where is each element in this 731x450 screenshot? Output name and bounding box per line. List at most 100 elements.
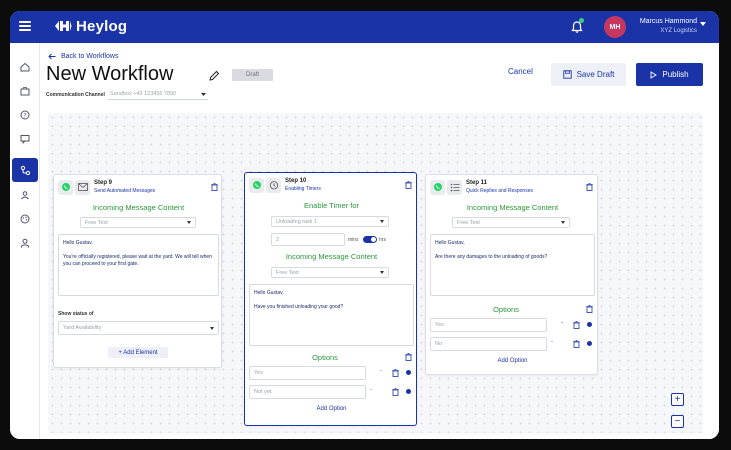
app-name: Heylog	[76, 17, 128, 35]
unit-hrs: hrs	[379, 237, 386, 243]
home-icon	[20, 62, 30, 72]
option-connector-dot[interactable]	[406, 370, 411, 375]
trash-icon[interactable]	[211, 183, 218, 191]
content-type-select[interactable]: Free Text	[271, 267, 389, 278]
option-connector-dot[interactable]	[587, 341, 592, 346]
workflow-canvas[interactable]: Step 9 Send Automated Messages Incoming …	[48, 113, 703, 433]
save-draft-label: Save Draft	[576, 70, 615, 79]
trash-icon[interactable]	[392, 388, 399, 396]
timer-value-input[interactable]: 2	[271, 233, 345, 246]
user-name: Marcus Hammond	[639, 18, 697, 25]
option-input[interactable]: No	[430, 337, 547, 351]
option-input[interactable]: Not yet	[249, 385, 366, 399]
option-dash: -	[551, 339, 553, 345]
step-title: Step 11	[466, 180, 488, 186]
sidebar-item-help[interactable]: ?	[14, 105, 36, 125]
publish-button[interactable]: Publish	[636, 63, 703, 86]
trash-icon[interactable]	[573, 340, 580, 348]
status-value: Yard Availability	[63, 325, 102, 331]
step-subtitle: Send Automated Messages	[94, 188, 156, 194]
message-greeting: Hello Gustav,	[435, 240, 465, 246]
sidebar-item-users[interactable]	[14, 185, 36, 205]
sidebar-item-chat[interactable]	[14, 129, 36, 149]
message-textarea[interactable]: Hello Gustav, Have you finished unloadin…	[249, 284, 414, 346]
timer-task-select[interactable]: Unloading task 1	[271, 216, 389, 227]
option-input[interactable]: Yes	[430, 318, 547, 332]
profile-icon	[21, 238, 29, 248]
trash-icon[interactable]	[405, 353, 412, 361]
option-connector-dot[interactable]	[587, 322, 592, 327]
option-input[interactable]: Yes	[249, 366, 366, 380]
message-body: You're officially registered, please wai…	[63, 253, 212, 268]
arrow-left-icon	[48, 53, 56, 60]
message-textarea[interactable]: Hello Gustav, You're officially register…	[58, 234, 219, 296]
whatsapp-icon	[249, 177, 264, 193]
trash-icon[interactable]	[586, 305, 593, 313]
top-bar: Heylog MH Marcus Hammond XYZ Logistics	[10, 11, 719, 43]
step-subtitle: Enabling Timers	[285, 186, 321, 192]
content-type-select[interactable]: Free Text	[80, 217, 196, 228]
email-icon	[75, 179, 90, 195]
channel-select[interactable]: Sandbox +49 123456 7890	[108, 89, 208, 100]
step-card-10[interactable]: Step 10 Enabling Timers Enable Timer for…	[244, 172, 417, 426]
add-option-button[interactable]: Add Option	[426, 358, 599, 364]
pencil-icon[interactable]	[208, 69, 220, 81]
options-title: Options	[312, 353, 338, 362]
avatar[interactable]: MH	[604, 16, 626, 38]
list-icon	[447, 179, 462, 195]
sidebar-item-profile[interactable]	[14, 233, 36, 253]
sidebar-item-home[interactable]	[14, 57, 36, 77]
unit-mins: mins	[348, 237, 359, 243]
option-connector-dot[interactable]	[406, 389, 411, 394]
svg-text:?: ?	[23, 112, 26, 119]
chevron-down-icon	[380, 271, 384, 274]
add-element-button[interactable]: + Add Element	[108, 347, 168, 358]
unit-toggle[interactable]	[363, 236, 377, 243]
chevron-down-icon[interactable]	[700, 22, 706, 26]
page-title: New Workflow	[46, 63, 174, 85]
zoom-out-button[interactable]: −	[671, 415, 684, 428]
cancel-button[interactable]: Cancel	[508, 67, 533, 76]
chat-icon	[20, 135, 30, 144]
chevron-down-icon	[187, 221, 191, 224]
step-card-11[interactable]: Step 11 Quick Replies and Responses Inco…	[425, 174, 598, 375]
trash-icon[interactable]	[586, 183, 593, 191]
step-title: Step 9	[94, 180, 113, 186]
sidebar-item-workflows[interactable]	[12, 158, 38, 182]
app-logo[interactable]: Heylog	[54, 17, 127, 35]
zoom-in-button[interactable]: +	[671, 393, 684, 406]
sidebar-item-briefcase[interactable]	[14, 81, 36, 101]
save-icon	[562, 70, 572, 79]
trash-icon[interactable]	[405, 181, 412, 189]
trash-icon[interactable]	[573, 321, 580, 329]
back-to-workflows-link[interactable]: Back to Workflows	[48, 53, 118, 60]
message-textarea[interactable]: Hello Gustav, Are there any damages to t…	[430, 234, 595, 296]
timer-title: Enable Timer for	[303, 201, 360, 210]
sidebar-item-palette[interactable]	[14, 209, 36, 229]
channel-label: Communication Channel	[46, 92, 105, 98]
options-title: Options	[493, 305, 519, 314]
chevron-down-icon	[210, 327, 214, 330]
status-badge: Draft	[232, 69, 273, 81]
step-card-9[interactable]: Step 9 Send Automated Messages Incoming …	[53, 174, 222, 368]
option-dash: -	[380, 368, 382, 374]
save-draft-button[interactable]: Save Draft	[551, 63, 626, 86]
user-company: XYZ Logistics	[660, 28, 697, 34]
add-option-button[interactable]: Add Option	[245, 406, 418, 412]
timer-icon	[266, 177, 281, 193]
step-channel-icons	[430, 179, 462, 195]
content-type-value: Free Text	[276, 270, 299, 276]
sidebar: ?	[10, 43, 40, 439]
section-title: Incoming Message Content	[466, 203, 559, 212]
step-channel-icons	[249, 177, 281, 193]
channel-value: Sandbox +49 123456 7890	[110, 91, 177, 97]
step-title: Step 10	[285, 178, 307, 184]
trash-icon[interactable]	[392, 369, 399, 377]
notification-dot	[579, 18, 584, 23]
menu-icon[interactable]	[19, 21, 31, 31]
step-subtitle: Quick Replies and Responses	[466, 188, 533, 194]
option-dash: -	[561, 320, 563, 326]
status-select[interactable]: Yard Availability	[58, 321, 219, 335]
workflow-icon	[20, 165, 30, 175]
content-type-select[interactable]: Free Text	[452, 217, 570, 228]
